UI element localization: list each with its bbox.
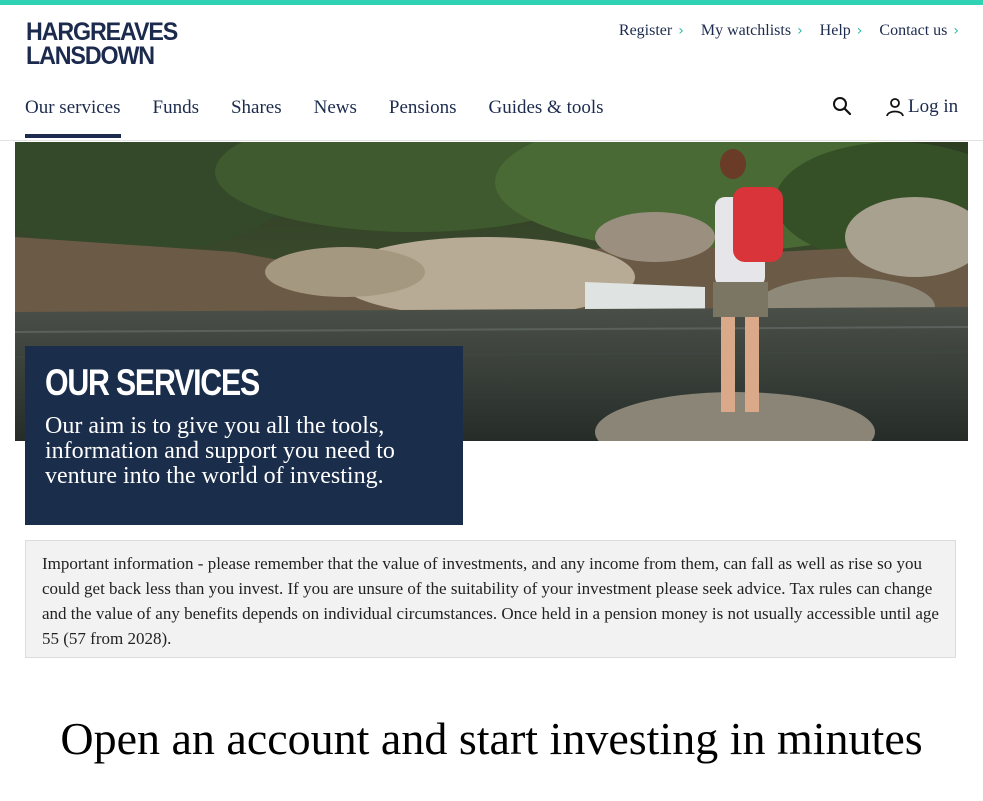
hargreaves-lansdown-logo[interactable]: HARGREAVES LANSDOWN xyxy=(26,18,178,70)
important-information-text: Important information - please remember … xyxy=(42,554,939,648)
my-watchlists-link[interactable]: My watchlists › xyxy=(701,22,803,40)
login-label: Log in xyxy=(908,96,959,117)
help-link[interactable]: Help › xyxy=(820,22,863,40)
section-title: Open an account and start investing in m… xyxy=(60,713,923,764)
nav-item-pensions[interactable]: Pensions xyxy=(389,97,457,133)
main-nav: Our services Funds Shares News Pensions … xyxy=(25,97,636,138)
chevron-right-icon: › xyxy=(856,23,863,39)
register-link[interactable]: Register › xyxy=(619,22,684,40)
user-icon xyxy=(885,97,905,117)
logo-line-1: HARGREAVES xyxy=(26,18,178,46)
chevron-right-icon: › xyxy=(953,23,959,39)
hero-title: OUR SERVICES xyxy=(45,362,260,403)
hero-subtitle: Our aim is to give you all the tools, in… xyxy=(45,413,395,489)
nav-item-guides-tools[interactable]: Guides & tools xyxy=(488,97,603,133)
nav-item-funds[interactable]: Funds xyxy=(153,97,199,133)
nav-item-news[interactable]: News xyxy=(314,97,357,133)
top-accent-bar xyxy=(0,0,983,5)
logo-line-2: LANSDOWN xyxy=(26,42,155,70)
nav-item-shares[interactable]: Shares xyxy=(231,97,282,133)
nav-divider xyxy=(0,140,983,141)
chevron-right-icon: › xyxy=(797,23,803,39)
nav-item-our-services[interactable]: Our services xyxy=(25,97,121,138)
login-button[interactable]: Log in xyxy=(885,96,958,118)
search-icon[interactable] xyxy=(832,96,852,116)
important-information-box: Important information - please remember … xyxy=(25,540,956,658)
chevron-right-icon: › xyxy=(678,23,684,39)
hero-card: OUR SERVICES Our aim is to give you all … xyxy=(25,346,463,525)
contact-us-link[interactable]: Contact us › xyxy=(879,22,959,40)
utility-nav: Register › My watchlists › Help › Contact u… xyxy=(619,22,959,40)
